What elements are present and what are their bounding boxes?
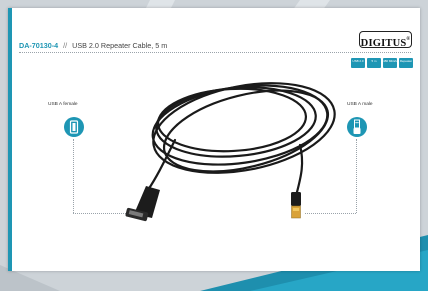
usb-repeater-cable-image: [125, 82, 336, 222]
repeater-female-end: [125, 186, 160, 222]
usb-male-plug: [291, 192, 301, 219]
